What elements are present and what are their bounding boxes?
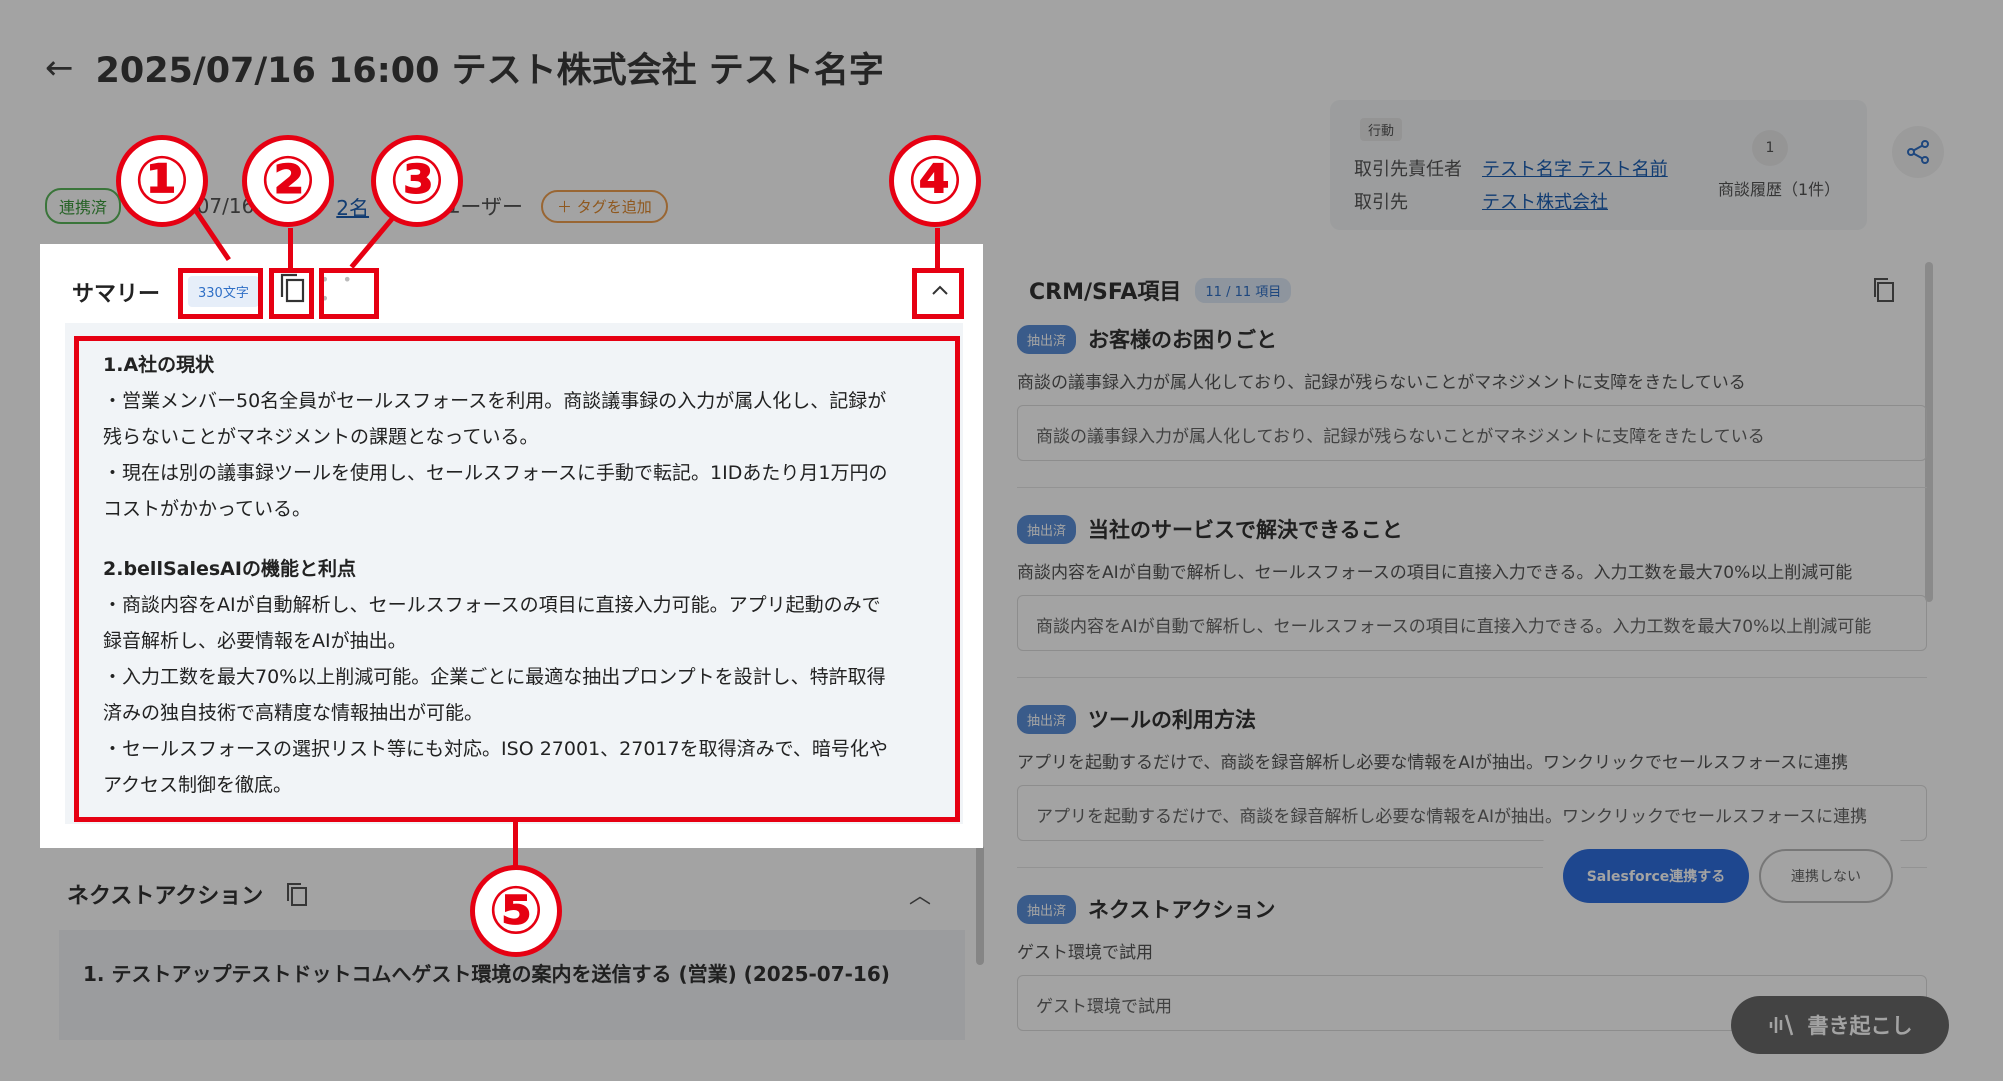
annotation-leader-2	[288, 228, 293, 270]
annotation-marker-5: ⑤	[470, 865, 562, 957]
annotation-box-1	[178, 268, 263, 319]
annotation-leader-4	[935, 228, 940, 270]
annotation-marker-2: ②	[242, 135, 334, 227]
annotation-marker-1: ①	[116, 135, 208, 227]
annotation-box-2	[269, 268, 314, 319]
annotation-leader-5	[513, 820, 518, 870]
annotation-marker-4: ④	[889, 135, 981, 227]
annotation-box-5	[74, 336, 960, 822]
annotation-marker-3: ③	[371, 135, 463, 227]
annotation-box-4	[912, 268, 964, 319]
summary-title: サマリー	[72, 282, 161, 307]
annotation-box-3	[319, 268, 379, 319]
